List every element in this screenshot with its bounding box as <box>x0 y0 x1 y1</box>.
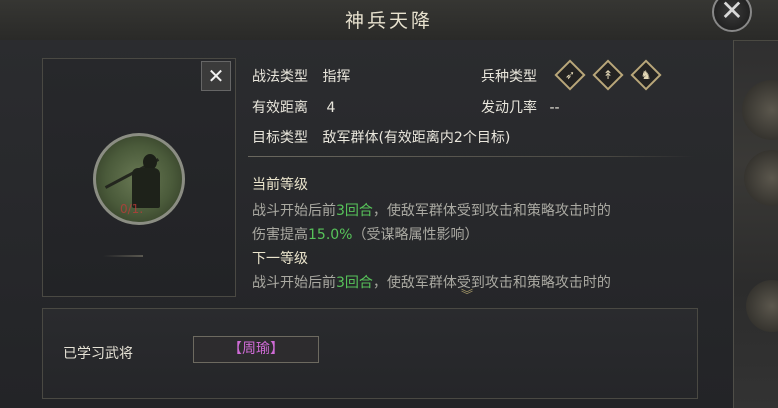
desc-text: ，使敌军群体受到攻击和策略攻击时的 <box>372 275 611 291</box>
current-level-desc-line1: 战斗开始后前3回合，使敌军群体受到攻击和策略攻击时的 <box>252 200 611 220</box>
next-level-title: 下一等级 <box>252 251 308 267</box>
background-scene <box>730 0 778 408</box>
general-tag[interactable]: 【周瑜】 <box>193 336 319 363</box>
range-value: 4 <box>326 100 336 116</box>
background-orb <box>744 150 778 206</box>
desc-text: ，使敌军群体受到攻击和策略攻击时的 <box>372 203 611 219</box>
target-row: 目标类型 敌军群体(有效距离内2个目标) <box>252 127 510 147</box>
tactic-type-row: 战法类型 指挥 <box>252 66 350 86</box>
unit-type-label: 兵种类型 <box>481 69 537 85</box>
desc-text: 战斗开始后前 <box>252 275 336 291</box>
next-level-desc-line1: 战斗开始后前3回合，使敌军群体受到攻击和策略攻击时的 <box>252 272 611 292</box>
portrait-level: 0/1. <box>120 202 144 216</box>
turns-highlight: 3回合 <box>336 203 373 219</box>
title-bar: 神兵天降 <box>0 0 778 41</box>
turns-highlight: 3回合 <box>336 275 373 291</box>
background-orb <box>742 80 778 140</box>
learned-generals-box <box>42 308 698 399</box>
range-row: 有效距离 4 <box>252 97 335 117</box>
close-detail-button[interactable]: ✕ <box>201 61 231 91</box>
target-label: 目标类型 <box>252 130 308 146</box>
section-divider <box>248 156 694 157</box>
trigger-rate-label: 发动几率 <box>481 100 537 116</box>
learned-generals-label: 已学习武将 <box>63 346 133 362</box>
desc-text: 战斗开始后前 <box>252 203 336 219</box>
window-title: 神兵天降 <box>344 10 433 32</box>
tactic-type-label: 战法类型 <box>252 69 308 85</box>
target-value: 敌军群体(有效距离内2个目标) <box>322 130 511 146</box>
tactic-type-value: 指挥 <box>322 69 351 85</box>
trigger-rate-row: 发动几率 -- <box>481 97 560 117</box>
close-icon: ✕ <box>720 0 744 27</box>
scroll-down-icon[interactable]: ︾ <box>461 286 473 303</box>
trigger-rate-value: -- <box>549 100 560 116</box>
current-level-desc-line2: 伤害提高15.0%（受谋略属性影响） <box>252 224 478 244</box>
close-icon: ✕ <box>207 64 225 88</box>
current-level-title: 当前等级 <box>252 177 308 193</box>
ornament-left <box>103 255 143 257</box>
percent-highlight: 15.0% <box>308 227 353 243</box>
desc-text: （受谋略属性影响） <box>352 227 479 243</box>
desc-text: 伤害提高 <box>252 227 308 243</box>
range-label: 有效距离 <box>252 100 308 116</box>
background-orb <box>746 280 778 332</box>
